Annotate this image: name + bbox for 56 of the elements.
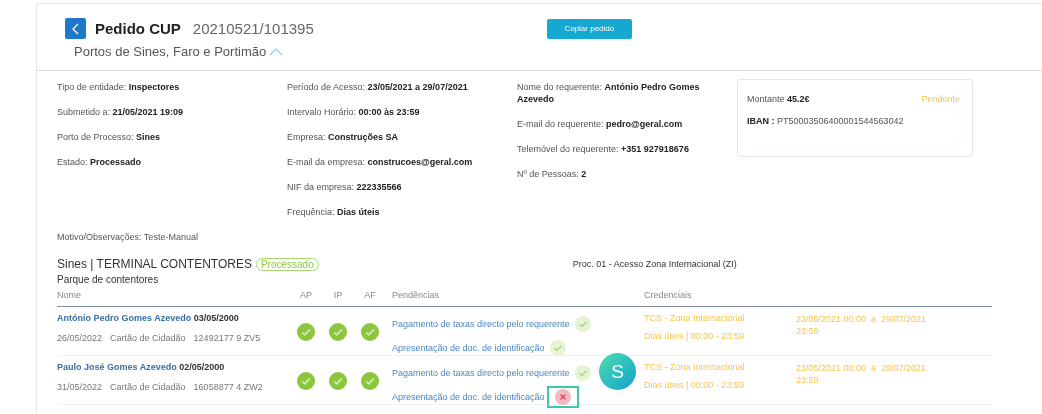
- column-header: Credenciais: [643, 290, 693, 300]
- page-title: Pedido CUP: [95, 20, 181, 37]
- detail-field: NIF da empresa: 222335566: [287, 181, 517, 206]
- section-title: Sines | TERMINAL CONTENTORES: [57, 257, 252, 271]
- chevron-left-icon: [71, 22, 80, 35]
- document-number-text: 16058877 4 ZW2: [193, 382, 263, 392]
- amount-text: Montante 45.2€: [747, 94, 810, 104]
- document-type-text: Cartão de Cidadão: [110, 382, 186, 392]
- pending-link[interactable]: Pagamento de taxas directo pelo requerente: [392, 368, 570, 378]
- column-header: Pendências: [391, 290, 441, 300]
- detail-field: E-mail da empresa: construcoes@geral.com: [287, 156, 517, 181]
- user-avatar[interactable]: S: [599, 353, 636, 390]
- order-number: 20210521/101395: [192, 20, 314, 37]
- detail-field: Período de Acesso: 23/05/2021 a 29/07/2021: [287, 81, 517, 106]
- ports-subtitle: Portos de Sines, Faro e Portimão: [74, 44, 267, 59]
- pending-link[interactable]: Pagamento de taxas directo pelo requerente: [392, 319, 570, 329]
- detail-field: Frequência: Dias úteis: [287, 206, 517, 231]
- birthdate-text: 02/05/2000: [179, 362, 225, 372]
- focused-status-icon[interactable]: [546, 386, 579, 408]
- iban-text: IBAN : PT50003506400001544563042: [747, 116, 905, 126]
- notes-text: Motivo/Observações: Teste-Manual: [57, 232, 199, 242]
- area-text: Parque de contentores: [57, 274, 160, 285]
- birthdate-text: 03/05/2000: [193, 313, 239, 323]
- chevron-icon[interactable]: [269, 47, 284, 56]
- person-link[interactable]: Paulo José Gomes Azevedo: [57, 362, 177, 372]
- pending-link[interactable]: Apresentação de doc. de identificação: [392, 343, 545, 353]
- process-text: Proc. 01 - Acesso Zona Internacional (ZI): [572, 259, 737, 269]
- schedule-text: Dias úteis | 00:00 - 23:59: [644, 331, 745, 341]
- detail-field: Porto de Processo: Sines: [57, 131, 287, 156]
- detail-field: Intervalo Horário: 00:00 às 23:59: [287, 106, 517, 131]
- copy-button[interactable]: Copiar pedido: [546, 18, 632, 39]
- date-text: 26/05/2022: [57, 333, 103, 343]
- detail-field: Empresa: Construções SA: [287, 131, 517, 156]
- detail-field: Submetido a: 21/05/2021 19:09: [57, 106, 287, 131]
- period-text: 23/05/2021 00:00 a 29/07/2021 23:59: [795, 313, 928, 337]
- document-number-text: 12492177 9 ZV5: [193, 333, 261, 343]
- detail-field: Telemóvel do requerente: +351 927918676: [517, 143, 747, 168]
- payment-status: Pendente: [921, 94, 960, 104]
- document-type-text: Cartão de Cidadão: [110, 333, 186, 343]
- date-text: 31/05/2022: [57, 382, 103, 392]
- column-header: Nome: [57, 290, 82, 300]
- period-text: 23/05/2021 00:00 a 29/07/2021 23:59: [795, 362, 928, 386]
- column-header: AP: [299, 290, 313, 300]
- detail-field: Nº de Pessoas: 2: [517, 168, 747, 193]
- detail-field: Nome do requerente: António Pedro Gomes Azevedo: [517, 81, 717, 118]
- credential-text: TCS - Zona Internacional: [644, 313, 746, 323]
- credential-text: TCS - Zona Internacional: [644, 362, 746, 372]
- column-header: IP: [332, 290, 344, 300]
- pending-link[interactable]: Apresentação de doc. de identificação: [392, 392, 545, 402]
- detail-field: Tipo de entidade: Inspectores: [57, 81, 287, 106]
- person-link[interactable]: António Pedro Gomes Azevedo: [57, 313, 192, 323]
- detail-field: Estado: Processado: [57, 156, 287, 181]
- column-header: AF: [363, 290, 377, 300]
- back-button[interactable]: [65, 18, 86, 39]
- schedule-text: Dias úteis | 00:00 - 23:59: [644, 380, 745, 390]
- detail-field: E-mail do requerente: pedro@geral.com: [517, 118, 747, 143]
